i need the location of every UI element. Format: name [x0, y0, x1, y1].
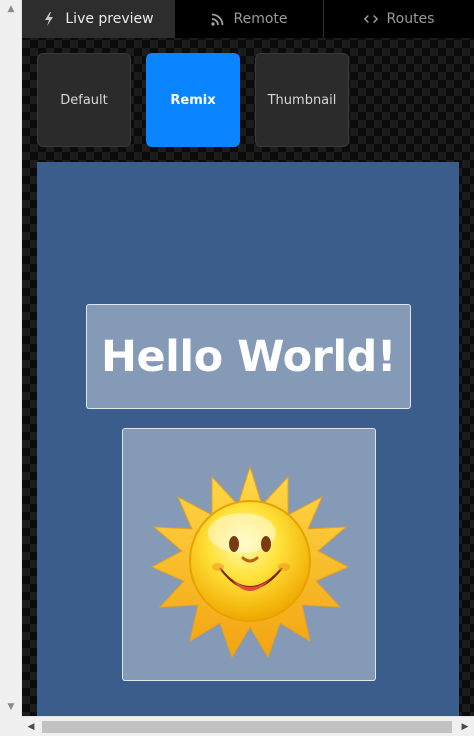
- tab-label: Routes: [386, 11, 435, 27]
- tab-bar: Live preview Remote Routes: [22, 0, 474, 38]
- scroll-up-arrow-icon[interactable]: ▲: [0, 0, 22, 18]
- image-card: [122, 428, 376, 681]
- preview-canvas: Hello World!: [37, 162, 459, 716]
- mode-remix-button[interactable]: Remix: [146, 53, 240, 147]
- mode-selector: Default Remix Thumbnail: [37, 53, 349, 147]
- vertical-scrollbar[interactable]: ▲ ▼: [0, 0, 22, 716]
- tab-live-preview[interactable]: Live preview: [22, 0, 175, 38]
- tab-remote[interactable]: Remote: [175, 0, 324, 38]
- title-card: Hello World!: [86, 304, 411, 409]
- tab-label: Remote: [233, 11, 288, 27]
- rss-icon: [210, 12, 224, 26]
- mode-thumbnail-button[interactable]: Thumbnail: [255, 53, 349, 147]
- tab-label: Live preview: [65, 11, 154, 27]
- horizontal-scrollbar[interactable]: ◀ ▶: [22, 716, 474, 736]
- scrollbar-thumb[interactable]: [42, 721, 452, 733]
- scroll-down-arrow-icon[interactable]: ▼: [0, 698, 22, 716]
- tab-routes[interactable]: Routes: [324, 0, 474, 38]
- lightning-icon: [42, 12, 56, 26]
- live-preview-panel: Live preview Remote Routes Default Remix…: [22, 0, 474, 716]
- scroll-right-arrow-icon[interactable]: ▶: [456, 717, 474, 736]
- scroll-left-arrow-icon[interactable]: ◀: [22, 717, 40, 736]
- preview-title: Hello World!: [101, 331, 396, 382]
- mode-default-button[interactable]: Default: [37, 53, 131, 147]
- smiling-sun-icon: [150, 465, 350, 659]
- code-brackets-icon: [363, 12, 378, 26]
